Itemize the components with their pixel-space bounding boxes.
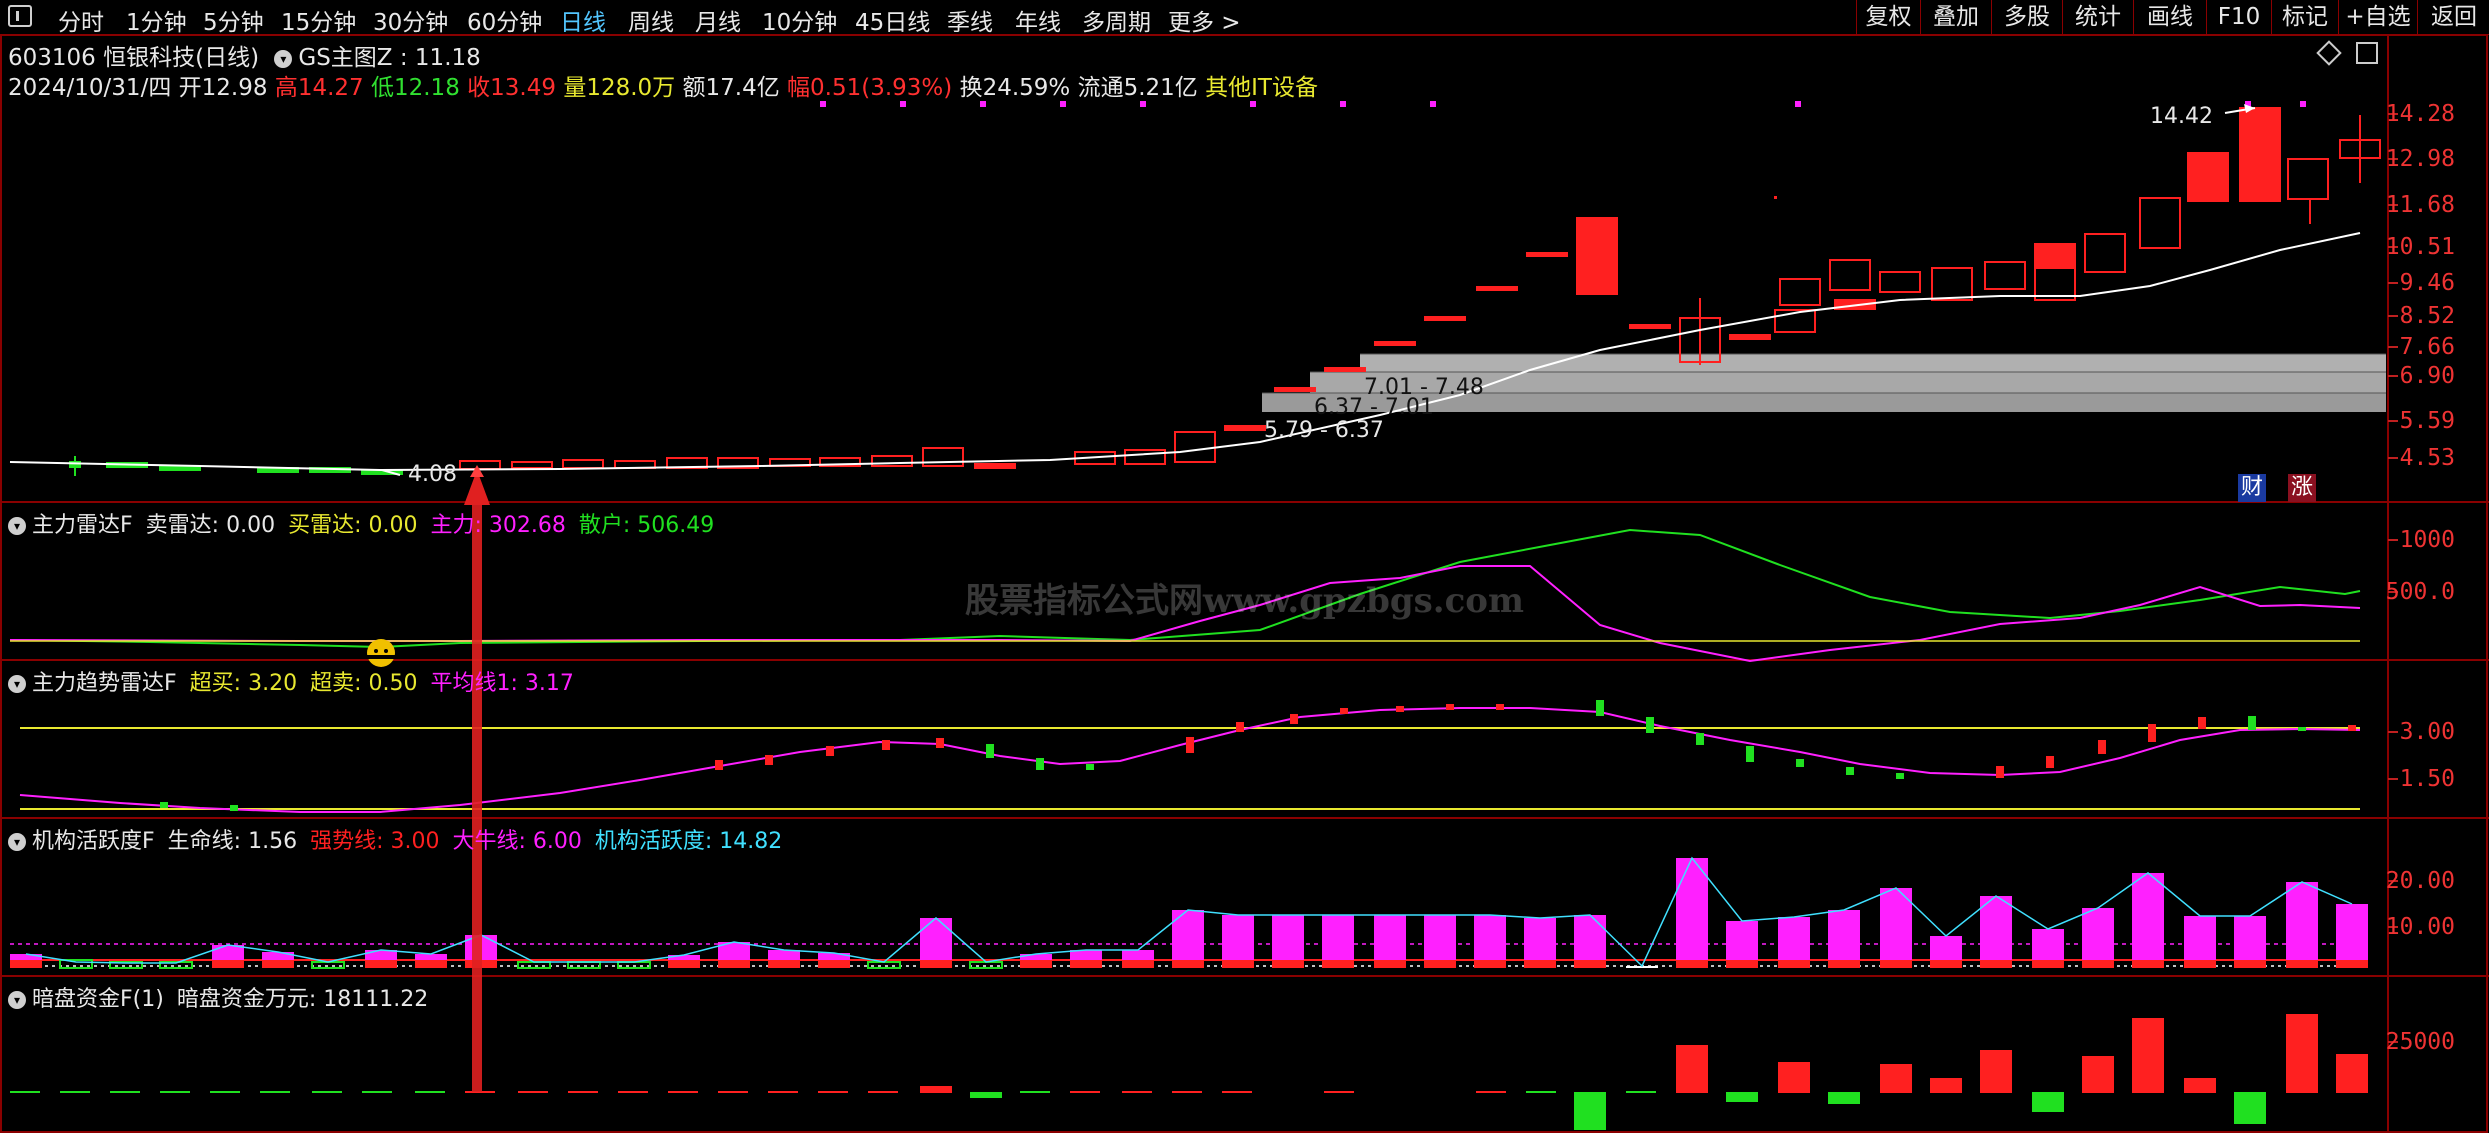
oversell-label: 超卖:: [310, 671, 362, 696]
dark-fund-bars: [10, 1014, 2368, 1130]
life-line-label: 生命线:: [167, 829, 242, 854]
panel1-header: ▾ 主力雷达F 卖雷达: 0.00 买雷达: 0.00 主力: 302.68 散户…: [8, 507, 714, 539]
panel3-axis-label: 20.00: [2385, 868, 2455, 894]
panel4-axis-label: 25000: [2385, 1029, 2455, 1055]
retail-value: 506.49: [637, 513, 715, 538]
watermark: 股票指标公式网www.gpzbgs.com: [965, 581, 1524, 621]
sell-radar-value: 0.00: [226, 513, 276, 538]
price-axis-label: 4.53: [2399, 445, 2455, 471]
bull-line-value: 6.00: [532, 829, 582, 854]
strong-line-value: 3.00: [390, 829, 440, 854]
buy-radar-value: 0.00: [368, 513, 418, 538]
panel1-title: 主力雷达F: [32, 513, 133, 538]
radar-smiley-icon: [367, 639, 395, 667]
finance-badge[interactable]: 财: [2238, 474, 2266, 502]
panel2-settings-icon[interactable]: ▾: [8, 675, 26, 693]
low-price-marker: 4.08: [408, 462, 457, 487]
panel3-axis-label: 10.00: [2385, 914, 2455, 940]
retail-label: 散户:: [578, 513, 631, 538]
bull-line-label: 大牛线:: [452, 829, 526, 854]
sell-radar-label: 卖雷达:: [145, 513, 220, 538]
panel2-axis-label: 3.00: [2399, 719, 2455, 745]
panel3-header: ▾ 机构活跃度F 生命线: 1.56 强势线: 3.00 大牛线: 6.00 机构…: [8, 823, 782, 855]
price-axis-label: 6.90: [2399, 363, 2455, 389]
panel4-header: ▾ 暗盘资金F(1) 暗盘资金万元: 18111.22: [8, 981, 428, 1013]
activity-label: 机构活跃度:: [594, 829, 713, 854]
panel4-title: 暗盘资金F(1): [32, 987, 164, 1012]
strong-line-label: 强势线:: [310, 829, 384, 854]
average-line-value: 3.17: [524, 671, 574, 696]
buy-radar-label: 买雷达:: [288, 513, 362, 538]
panel1-axis-label: 1000: [2399, 527, 2455, 553]
limit-up-badge[interactable]: 涨: [2288, 474, 2316, 502]
oversell-value: 0.50: [368, 671, 418, 696]
overbuy-label: 超买:: [189, 671, 242, 696]
price-axis-label: 14.28: [2385, 101, 2455, 127]
panel2-header: ▾ 主力趋势雷达F 超买: 3.20 超卖: 0.50 平均线1: 3.17: [8, 665, 574, 697]
dark-fund-label: 暗盘资金万元:: [176, 987, 317, 1012]
panel2-title: 主力趋势雷达F: [32, 671, 177, 696]
high-price-marker: 14.42: [2150, 104, 2213, 129]
price-axis-label: 8.52: [2399, 303, 2455, 329]
signal-markers: [820, 101, 2306, 107]
zone-label-bottom: 5.79 - 6.37: [1264, 418, 1384, 443]
candlesticks: [69, 107, 2381, 476]
price-axis-label: 11.68: [2385, 192, 2455, 218]
kline-chart-area[interactable]: [0, 0, 2489, 1133]
trend-radar-lines: [19, 707, 2361, 813]
panel2-axis-label: 1.50: [2399, 766, 2455, 792]
zone-label-middle: 6.37 - 7.01: [1314, 395, 1434, 420]
price-axis-label: 10.51: [2385, 234, 2455, 260]
moving-average-line: [9, 232, 2361, 472]
dark-fund-value: 18111.22: [323, 987, 429, 1012]
panel1-axis-label: 500.0: [2385, 579, 2455, 605]
annotation-arrow: [464, 465, 490, 1092]
life-line-value: 1.56: [248, 829, 298, 854]
main-force-label: 主力:: [430, 513, 482, 538]
institution-activity-bars: [10, 856, 2368, 969]
trend-radar-marks: [160, 700, 2356, 811]
price-axis-label: 5.59: [2399, 408, 2455, 434]
activity-value: 14.82: [719, 829, 783, 854]
panel4-settings-icon[interactable]: ▾: [8, 991, 26, 1009]
price-axis-label: 9.46: [2399, 270, 2455, 296]
panel3-settings-icon[interactable]: ▾: [8, 833, 26, 851]
average-line-label: 平均线1:: [430, 671, 518, 696]
panel3-title: 机构活跃度F: [32, 829, 155, 854]
panel1-settings-icon[interactable]: ▾: [8, 517, 26, 535]
price-axis-label: 7.66: [2399, 334, 2455, 360]
main-force-value: 302.68: [488, 513, 566, 538]
overbuy-value: 3.20: [248, 671, 298, 696]
price-axis-label: 12.98: [2385, 146, 2455, 172]
